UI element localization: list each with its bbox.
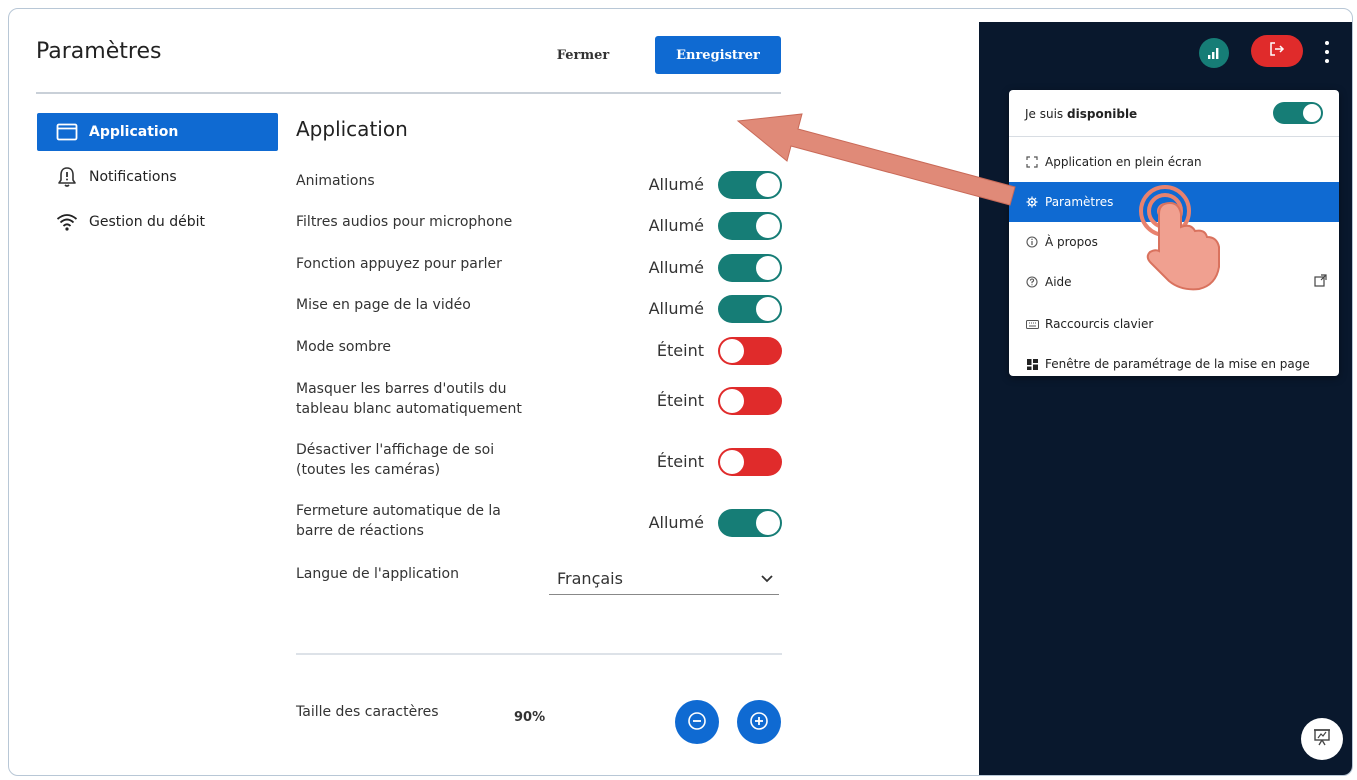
presentation-button[interactable] [1301,718,1343,760]
minus-circle-icon [687,711,707,734]
exit-icon [1269,42,1285,60]
setting-row-dark-mode: Mode sombre Éteint [296,337,782,365]
setting-row-animations: Animations Allumé [296,171,782,199]
header-divider [36,92,781,94]
section-divider [296,653,782,655]
decrease-font-button[interactable] [675,700,719,744]
more-options-icon[interactable] [1319,38,1335,66]
menu-item-label: Fenêtre de paramétrage de la mise en pag… [1045,357,1310,371]
menu-item-label: Application en plein écran [1045,155,1202,169]
language-select[interactable]: Français [549,567,779,595]
wifi-icon [55,211,79,233]
setting-state: Allumé [648,258,704,277]
setting-row-whiteboard-toolbars: Masquer les barres d'outils du tableau b… [296,379,782,419]
setting-label: Mode sombre [296,339,392,355]
animations-toggle[interactable] [718,171,782,199]
setting-label-line: tableau blanc automatiquement [296,401,522,417]
chevron-down-icon [761,571,773,587]
language-label: Langue de l'application [296,566,459,582]
menu-item-help[interactable]: Aide [1009,262,1339,302]
menu-item-about[interactable]: À propos [1009,222,1339,262]
setting-label-line: Masquer les barres d'outils du [296,381,507,397]
bell-alert-icon [55,166,79,188]
whiteboard-toolbars-toggle[interactable] [718,387,782,415]
font-size-value: 90% [514,710,546,725]
setting-label: Masquer les barres d'outils du tableau b… [296,379,522,419]
setting-label-line: Désactiver l'affichage de soi [296,442,495,458]
setting-row-self-view: Désactiver l'affichage de soi (toutes le… [296,440,782,480]
nav-item-application[interactable]: Application [37,113,278,151]
font-size-label: Taille des caractères [296,704,439,720]
setting-state: Éteint [656,391,704,410]
nav-label: Application [89,124,179,140]
setting-label: Désactiver l'affichage de soi (toutes le… [296,440,494,480]
keyboard-icon [1025,317,1039,331]
close-button[interactable]: Fermer [539,37,627,73]
fullscreen-icon [1025,155,1039,169]
setting-state: Allumé [648,216,704,235]
menu-item-label: Paramètres [1045,195,1114,209]
dialog-title: Paramètres [36,39,162,64]
presentation-icon [1313,728,1331,750]
plus-circle-icon [749,711,769,734]
reactions-bar-toggle[interactable] [718,509,782,537]
info-icon [1025,235,1039,249]
status-value: disponible [1067,107,1138,121]
video-layout-toggle[interactable] [718,295,782,323]
menu-item-fullscreen[interactable]: Application en plein écran [1009,142,1339,182]
availability-toggle[interactable] [1273,102,1323,124]
setting-row-push-to-talk: Fonction appuyez pour parler Allumé [296,254,782,282]
status-prefix: Je suis [1025,107,1064,121]
save-button[interactable]: Enregistrer [655,36,781,74]
connection-status-button[interactable] [1199,38,1229,68]
menu-item-shortcuts[interactable]: Raccourcis clavier [1009,304,1339,344]
setting-label: Mise en page de la vidéo [296,297,471,313]
setting-state: Éteint [656,452,704,471]
external-link-icon [1314,274,1327,290]
setting-state: Allumé [648,513,704,532]
setting-label: Animations [296,173,375,189]
section-title: Application [296,117,408,141]
push-to-talk-toggle[interactable] [718,254,782,282]
language-value: Français [557,569,623,588]
options-menu: Je suis disponible Application en plein … [1009,90,1339,376]
leave-button[interactable] [1251,35,1303,67]
dark-mode-toggle[interactable] [718,337,782,365]
settings-dialog: Paramètres Fermer Enregistrer Applicatio… [9,9,809,775]
setting-label-line: (toutes les caméras) [296,462,441,478]
nav-item-notifications[interactable]: Notifications [37,158,278,196]
gear-icon [1025,195,1039,209]
window-icon [55,121,79,143]
self-view-toggle[interactable] [718,448,782,476]
setting-label-line: Fermeture automatique de la [296,503,501,519]
setting-row-reactions-bar: Fermeture automatique de la barre de réa… [296,501,782,541]
nav-item-bandwidth[interactable]: Gestion du débit [37,203,278,241]
setting-label: Fermeture automatique de la barre de réa… [296,501,501,541]
menu-divider [1009,136,1339,137]
setting-label: Fonction appuyez pour parler [296,256,502,272]
setting-label: Filtres audios pour microphone [296,214,513,230]
app-side-panel: Je suis disponible Application en plein … [979,22,1352,775]
setting-label-line: barre de réactions [296,523,424,539]
menu-item-layout-settings[interactable]: Fenêtre de paramétrage de la mise en pag… [1009,344,1339,384]
menu-item-label: Aide [1045,275,1072,289]
setting-state: Allumé [648,299,704,318]
menu-item-label: Raccourcis clavier [1045,317,1154,331]
signal-bars-icon [1207,44,1221,63]
screenshot-frame: Paramètres Fermer Enregistrer Applicatio… [8,8,1353,776]
nav-label: Gestion du débit [89,214,205,230]
nav-label: Notifications [89,169,177,185]
setting-row-audio-filters: Filtres audios pour microphone Allumé [296,212,782,240]
setting-state: Allumé [648,175,704,194]
menu-item-label: À propos [1045,235,1098,249]
audio-filters-toggle[interactable] [718,212,782,240]
menu-item-settings[interactable]: Paramètres [1009,182,1339,222]
setting-state: Éteint [656,341,704,360]
availability-row: Je suis disponible [1009,94,1339,134]
increase-font-button[interactable] [737,700,781,744]
setting-row-video-layout: Mise en page de la vidéo Allumé [296,295,782,323]
layout-icon [1025,357,1039,371]
help-icon [1025,275,1039,289]
